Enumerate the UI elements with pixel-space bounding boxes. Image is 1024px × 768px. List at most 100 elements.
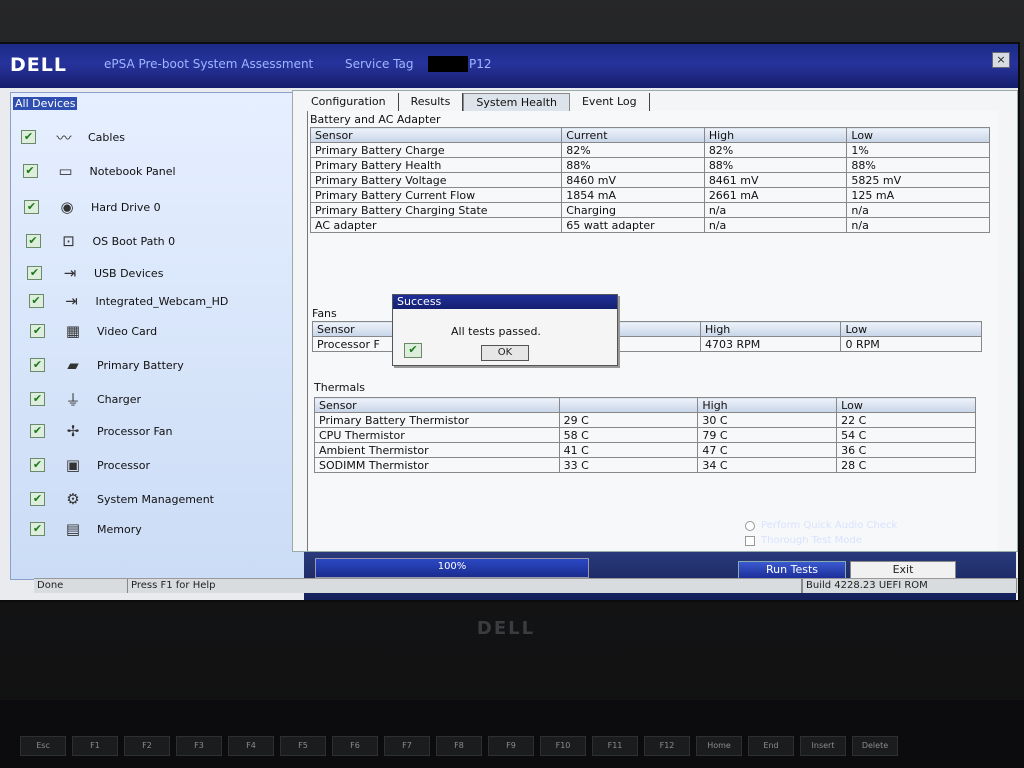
sidebar-item-label: Memory [97, 522, 142, 536]
table-cell: 29 C [558, 412, 699, 428]
video-card-icon: ▦ [65, 322, 81, 340]
status-build: Build 4228.23 UEFI ROM [802, 579, 1017, 593]
table-row: Primary Battery Current Flow 1854 mA 2661 … [309, 187, 990, 203]
title-bar: DELL ePSA Pre-boot System Assessment Ser… [0, 44, 1018, 88]
exit-button[interactable]: Exit [850, 561, 956, 579]
check-icon[interactable]: ✔ [25, 234, 41, 248]
table-cell: 58 C [558, 427, 699, 443]
table-cell: n/a [703, 217, 848, 233]
table-cell: 88% [561, 157, 705, 173]
column-header: High [699, 321, 842, 337]
column-header: High [703, 127, 848, 143]
checkbox-icon[interactable] [745, 535, 755, 546]
table-cell: 1% [846, 142, 990, 158]
sidebar-item-processor[interactable]: ✔ ▣ Processor [30, 455, 150, 475]
service-tag-value: P12 [469, 57, 492, 71]
sidebar-item-processor-fan[interactable]: ✔ ✢ Processor Fan [30, 421, 173, 441]
key-f11[interactable]: F11 [592, 736, 638, 756]
all-devices-heading[interactable]: All Devices [13, 97, 78, 110]
table-cell: AC adapter [309, 217, 563, 233]
check-icon[interactable]: ✔ [30, 424, 45, 438]
sidebar-item-integrated-webcam-hd[interactable]: ✔ ⇥ Integrated_Webcam_HD [28, 291, 228, 311]
key-f4[interactable]: F4 [228, 736, 274, 756]
table-row: Primary Battery Charging State Charging n/… [309, 202, 990, 218]
column-header: Low [846, 127, 990, 143]
check-icon[interactable]: ✔ [28, 294, 44, 308]
tab-results[interactable]: Results [399, 93, 464, 111]
table-row: Primary Battery Charge 82% 82% 1% [309, 142, 990, 158]
key-f2[interactable]: F2 [124, 736, 170, 756]
check-icon[interactable]: ✔ [30, 358, 45, 372]
ok-button[interactable]: OK [481, 345, 529, 361]
key-f8[interactable]: F8 [436, 736, 482, 756]
check-icon[interactable]: ✔ [30, 522, 45, 536]
check-icon[interactable]: ✔ [30, 392, 45, 406]
key-f12[interactable]: F12 [644, 736, 690, 756]
key-f7[interactable]: F7 [384, 736, 430, 756]
battery-section-title: Battery and AC Adapter [310, 113, 441, 126]
sidebar-item-cables[interactable]: ✔ 〰 Cables [21, 127, 125, 147]
key-f10[interactable]: F10 [540, 736, 586, 756]
sidebar-item-hard-drive-0[interactable]: ✔ ◉ Hard Drive 0 [24, 197, 161, 217]
check-icon[interactable]: ✔ [30, 324, 45, 338]
key-f9[interactable]: F9 [488, 736, 534, 756]
quick-audio-option[interactable]: Perform Quick Audio Check [745, 520, 897, 531]
table-cell: Charging [561, 202, 705, 218]
bezel-dell-logo: DELL [476, 618, 536, 639]
sidebar-item-video-card[interactable]: ✔ ▦ Video Card [30, 321, 157, 341]
key-end[interactable]: End [748, 736, 794, 756]
sidebar-item-os-boot-path-0[interactable]: ✔ ⊡ OS Boot Path 0 [25, 231, 175, 251]
table-row: Primary Battery Health 88% 88% 88% [309, 157, 990, 173]
key-f6[interactable]: F6 [332, 736, 378, 756]
radio-icon[interactable] [745, 520, 755, 531]
table-cell: Primary Battery Voltage [309, 172, 563, 188]
usb-icon: ⇥ [65, 292, 78, 310]
sidebar-item-charger[interactable]: ✔ ⏚ Charger [30, 389, 141, 409]
table-cell: 8460 mV [561, 172, 705, 188]
key-f5[interactable]: F5 [280, 736, 326, 756]
table-cell: 30 C [697, 412, 838, 428]
close-button[interactable]: × [992, 52, 1010, 68]
keyboard: Esc F1 F2 F3 F4 F5 F6 F7 F8 F9 F10 F11 F12 Home End Ins… [0, 700, 1024, 768]
table-row: AC adapter 65 watt adapter n/a n/a [309, 217, 990, 233]
check-icon[interactable]: ✔ [27, 266, 42, 280]
sidebar-item-label: Processor [97, 458, 150, 472]
key-f3[interactable]: F3 [176, 736, 222, 756]
table-cell: 2661 mA [703, 187, 848, 203]
table-row: Ambient Thermistor 41 C 47 C 36 C [314, 442, 976, 458]
processor-icon: ▣ [65, 456, 81, 474]
key-home[interactable]: Home [696, 736, 742, 756]
key-delete[interactable]: Delete [852, 736, 898, 756]
check-icon[interactable]: ✔ [21, 130, 36, 144]
key-f1[interactable]: F1 [72, 736, 118, 756]
tab-event-log[interactable]: Event Log [570, 93, 650, 111]
table-cell: 65 watt adapter [561, 217, 705, 233]
table-cell: Primary Battery Charging State [309, 202, 563, 218]
sidebar-item-label: Primary Battery [97, 358, 184, 372]
sidebar-item-primary-battery[interactable]: ✔ ▰ Primary Battery [30, 355, 184, 375]
table-row: SODIMM Thermistor 33 C 34 C 28 C [314, 457, 976, 473]
check-icon[interactable]: ✔ [22, 164, 38, 178]
check-icon[interactable]: ✔ [24, 200, 39, 214]
key-esc[interactable]: Esc [20, 736, 66, 756]
function-key-row: Esc F1 F2 F3 F4 F5 F6 F7 F8 F9 F10 F11 F12 Home End Ins… [20, 736, 898, 756]
table-cell: 88% [703, 157, 848, 173]
key-insert[interactable]: Insert [800, 736, 846, 756]
check-icon[interactable]: ✔ [30, 458, 45, 472]
table-cell: 33 C [558, 457, 699, 473]
run-tests-button[interactable]: Run Tests [738, 561, 846, 579]
check-icon[interactable]: ✔ [30, 492, 45, 506]
sidebar-item-notebook-panel[interactable]: ✔ ▭ Notebook Panel [22, 161, 176, 181]
table-row: Primary Battery Voltage 8460 mV 8461 mV 582… [309, 172, 990, 188]
sidebar-item-label: Processor Fan [97, 424, 173, 438]
thorough-test-option[interactable]: Thorough Test Mode [745, 535, 862, 546]
sidebar-item-usb-devices[interactable]: ✔ ⇥ USB Devices [27, 263, 163, 283]
table-cell: 82% [703, 142, 848, 158]
tab-configuration[interactable]: Configuration [299, 93, 399, 111]
battery-table: Sensor Current High Low Primary Battery Char… [309, 127, 990, 233]
sidebar-item-memory[interactable]: ✔ ▤ Memory [30, 519, 142, 539]
sidebar-item-system-management[interactable]: ✔ ⚙ System Management [30, 489, 214, 509]
tab-system-health[interactable]: System Health [463, 93, 570, 111]
sidebar-item-label: USB Devices [94, 266, 164, 280]
sidebar-item-label: Video Card [97, 324, 158, 338]
